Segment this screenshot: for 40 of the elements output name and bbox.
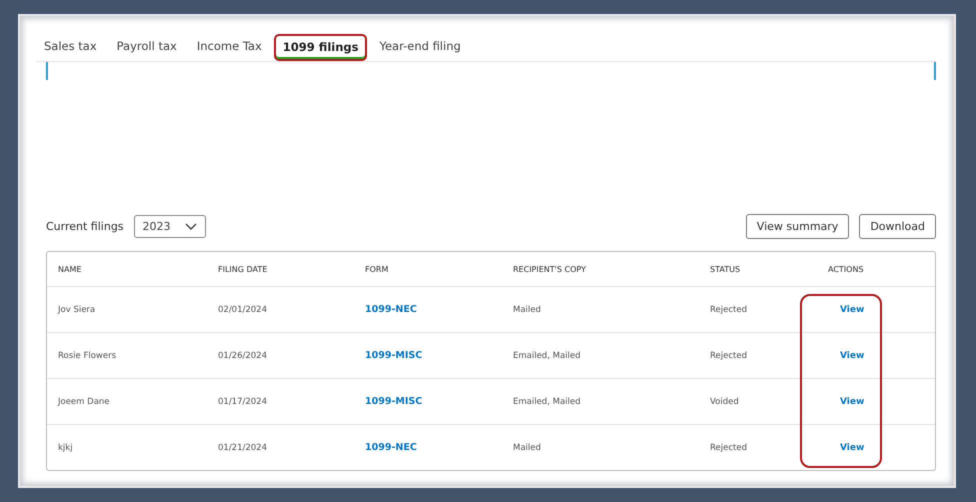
tab[interactable]: 1099 filings	[274, 34, 368, 61]
table-cell-text: Joeem Dane	[58, 396, 111, 406]
table-cell-text: Rosie Flowers	[58, 350, 118, 360]
view-link[interactable]: View	[840, 396, 864, 406]
tab[interactable]: Payroll tax	[108, 34, 185, 61]
tab[interactable]: Sales tax	[36, 34, 105, 61]
chevron-down-icon	[184, 222, 197, 230]
column-header: RECIPIENT'S COPY	[513, 264, 587, 274]
view-link[interactable]: View	[840, 442, 864, 452]
form-link[interactable]: 1099-MISC	[365, 396, 422, 407]
table-cell-text: Emailed, Mailed	[513, 350, 582, 360]
action-button[interactable]: Download	[859, 214, 936, 239]
table-cell-text: Mailed	[513, 304, 542, 314]
table-cell-text: 01/26/2024	[218, 350, 268, 360]
table-cell-text: Rejected	[710, 442, 748, 452]
column-header: FORM	[365, 264, 390, 274]
column-header: FILING DATE	[218, 264, 268, 274]
table-cell-text: 01/21/2024	[218, 442, 268, 452]
year-dropdown[interactable]: 2023	[134, 215, 206, 238]
table-cell-text: Voided	[710, 396, 740, 406]
table-cell-text: Mailed	[513, 442, 542, 452]
table-cell-text: Jov Siera	[58, 304, 96, 314]
tab[interactable]: Year-end filing	[371, 34, 469, 61]
table-cell-text: 02/01/2024	[218, 304, 268, 314]
form-link[interactable]: 1099-MISC	[365, 350, 422, 361]
action-button[interactable]: View summary	[746, 214, 850, 239]
table-cell-text: Rejected	[710, 304, 748, 314]
tab[interactable]: Income Tax	[188, 34, 270, 61]
view-link[interactable]: View	[840, 350, 864, 360]
table-cell-text: Emailed, Mailed	[513, 396, 582, 406]
form-link[interactable]: 1099-NEC	[365, 304, 417, 315]
form-link[interactable]: 1099-NEC	[365, 442, 417, 453]
view-link[interactable]: View	[840, 304, 864, 314]
current-filings-label: Current filings	[46, 220, 124, 233]
column-header: STATUS	[710, 264, 742, 274]
table-cell-text: kjkj	[58, 442, 74, 452]
table-cell-text: 01/17/2024	[218, 396, 268, 406]
column-header: ACTIONS	[828, 264, 865, 274]
table-cell-text: Rejected	[710, 350, 748, 360]
column-header: NAME	[58, 264, 82, 274]
